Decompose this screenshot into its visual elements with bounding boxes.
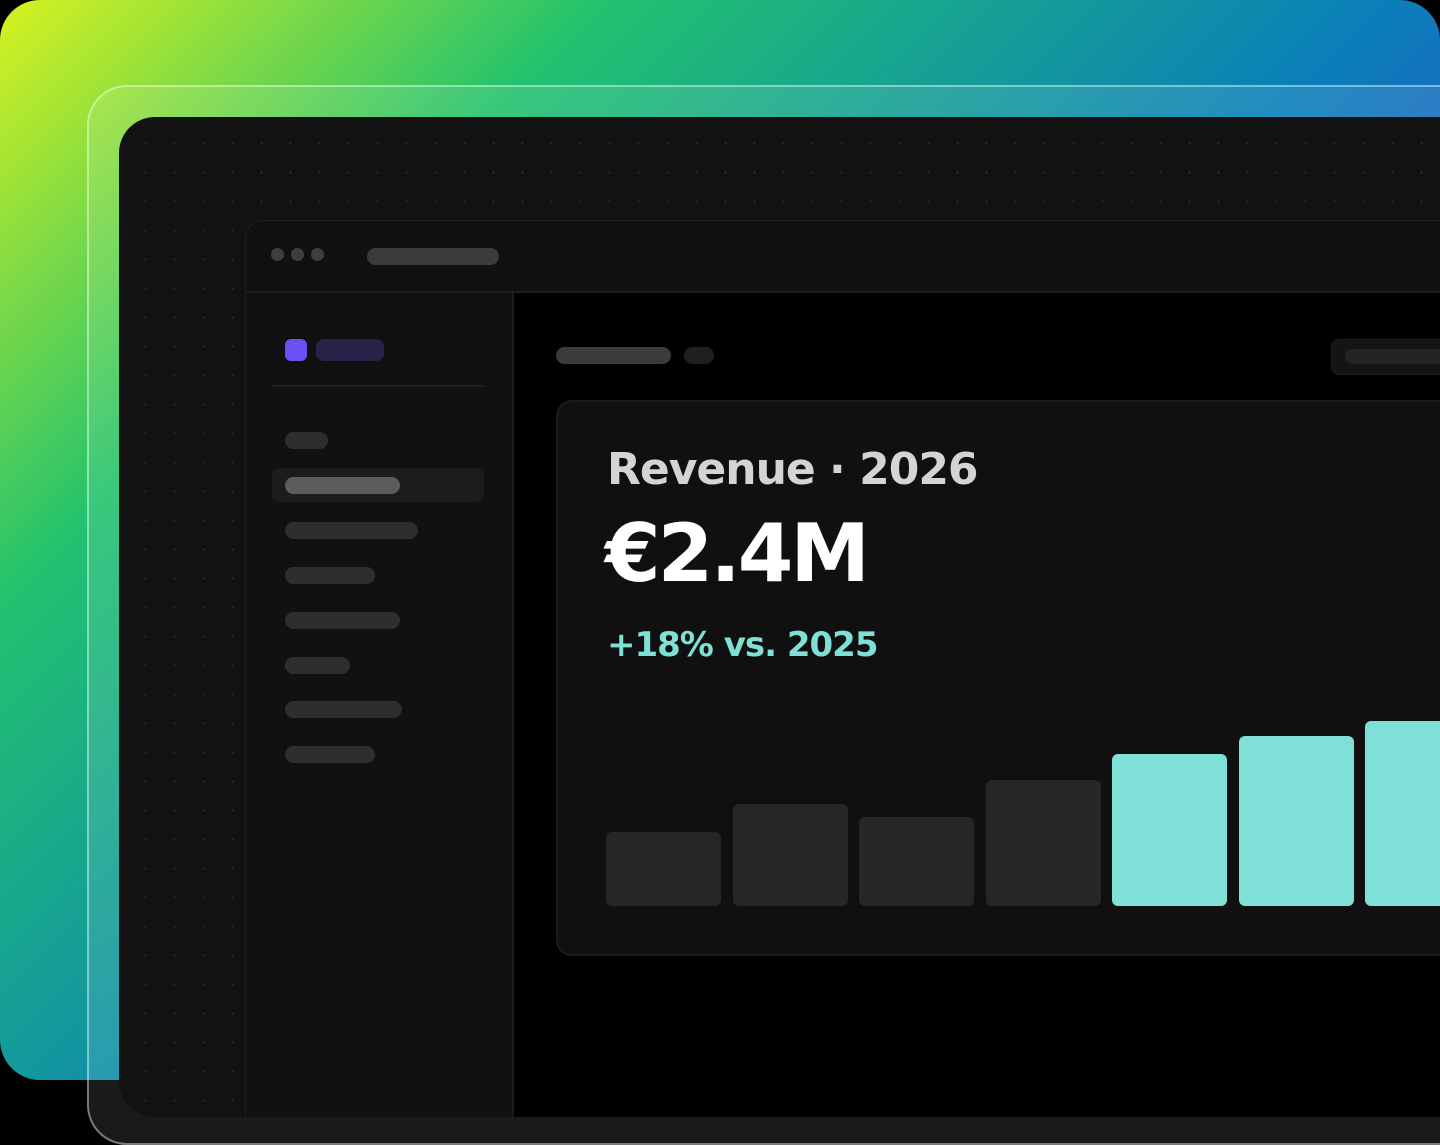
window-control-dot[interactable]: [311, 248, 324, 261]
chart-bar: [606, 832, 721, 906]
sidebar-item[interactable]: [285, 567, 375, 584]
revenue-delta: +18% vs. 2025: [607, 625, 878, 665]
revenue-card: Revenue · 2026 €2.4M +18% vs. 2025: [556, 400, 1440, 956]
sidebar-item[interactable]: [285, 657, 350, 674]
sidebar-item-active[interactable]: [272, 468, 484, 502]
sidebar-item[interactable]: [285, 746, 375, 763]
brand-logo-icon: [285, 339, 307, 361]
main-content: Revenue · 2026 €2.4M +18% vs. 2025: [514, 293, 1440, 1117]
chart-bar: [1112, 754, 1227, 906]
sidebar-item-label: [285, 477, 400, 494]
window-control-dot[interactable]: [291, 248, 304, 261]
app-window: Revenue · 2026 €2.4M +18% vs. 2025: [245, 220, 1440, 1117]
sidebar-item[interactable]: [285, 701, 402, 718]
chart-bar: [986, 780, 1101, 906]
sidebar-item[interactable]: [285, 522, 418, 539]
chart-bar: [859, 817, 974, 906]
page-title-placeholder: [556, 347, 671, 364]
sidebar-section-label: [285, 432, 328, 449]
page-badge-placeholder: [684, 347, 714, 364]
header-action-button[interactable]: [1331, 339, 1440, 375]
chart-bar: [1239, 736, 1354, 906]
brand-name-placeholder: [316, 339, 384, 361]
revenue-bar-chart: [606, 692, 1440, 906]
card-title: Revenue · 2026: [607, 444, 979, 495]
header-action-label: [1345, 349, 1440, 364]
chart-bar: [1365, 721, 1440, 906]
sidebar-divider: [272, 385, 484, 387]
window-titlebar: [246, 221, 1440, 293]
sidebar: [246, 293, 514, 1117]
device-screen: Revenue · 2026 €2.4M +18% vs. 2025: [119, 117, 1440, 1117]
revenue-value: €2.4M: [605, 507, 870, 600]
window-title-placeholder: [367, 248, 499, 265]
chart-bar: [733, 804, 848, 906]
window-control-dot[interactable]: [271, 248, 284, 261]
sidebar-item[interactable]: [285, 612, 400, 629]
